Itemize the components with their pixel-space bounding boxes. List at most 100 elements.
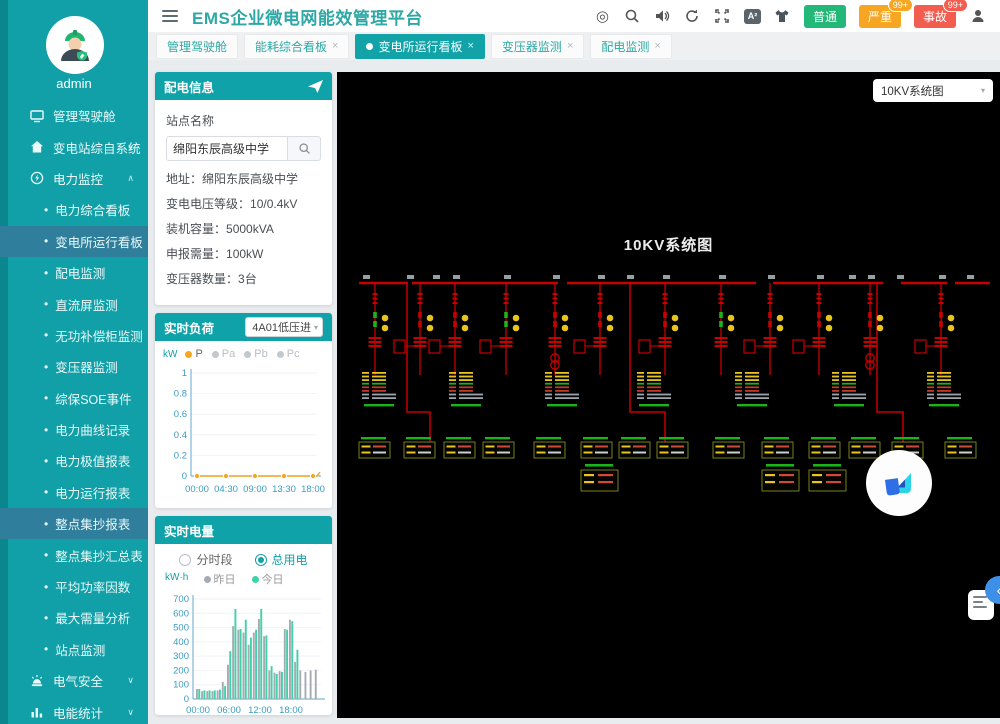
sidebar-item-label: 平均功率因数 [55,577,130,596]
tab-label: 管理驾驶舱 [167,38,227,55]
tab-0[interactable]: 管理驾驶舱 [156,34,238,59]
legend-item-今日[interactable]: 今日 [252,571,284,587]
tab-close-icon[interactable]: × [332,40,338,52]
refresh-icon[interactable] [684,8,701,25]
alarm-badge-normal[interactable]: 普通 [804,5,846,28]
bullet-icon: • [44,234,48,248]
sidebar-item-label: 电力曲线记录 [55,420,130,439]
legend-dot-icon [204,576,211,583]
energy-mode-radios: 分时段 总用电 [155,544,332,568]
legend-item-Pb[interactable]: Pb [244,348,267,360]
svg-text:200: 200 [173,665,189,676]
load-unit-label: kW [163,349,177,360]
legend-dot-icon [252,576,259,583]
volume-icon[interactable] [654,8,671,25]
info-label: 申报需量： [166,247,226,261]
sidebar-group-2[interactable]: 电力监控∧ [0,163,148,194]
info-value: 10/0.4kV [250,197,297,211]
sidebar-group-3[interactable]: 电气安全∨ [0,665,148,696]
active-dot-icon [366,43,373,50]
sidebar-item[interactable]: •整点集抄汇总表 [0,539,148,570]
legend-item-昨日[interactable]: 昨日 [204,571,236,587]
topbar-actions: ◎ A² 普通 严重99+ 事故99+ [594,5,1000,28]
radio-分时段[interactable]: 分时段 [179,551,232,568]
tab-label: 配电监测 [601,38,649,55]
alarm-badge-accident[interactable]: 事故99+ [914,5,956,28]
legend-item-Pc[interactable]: Pc [277,348,300,360]
sidebar-group-4[interactable]: 电能统计∨ [0,696,148,724]
station-info-line: 变电电压等级：10/0.4kV [166,195,321,212]
site-search-input[interactable] [166,136,287,161]
svg-text:100: 100 [173,680,189,691]
tab-close-icon[interactable]: × [654,40,660,52]
sidebar-item-label: 变压器监测 [55,357,118,376]
sidebar-item[interactable]: •电力综合看板 [0,194,148,225]
tab-3[interactable]: 变压器监测 × [491,34,584,59]
station-info-card: 配电信息 站点名称 地址：绵阳东辰高级中学变电电压等级：10/0.4kV装机容量… [155,72,332,305]
sidebar-item[interactable]: •电力曲线记录 [0,414,148,445]
sidebar-item[interactable]: •站点监测 [0,634,148,665]
sidebar-item[interactable]: •电力极值报表 [0,445,148,476]
tab-1[interactable]: 能耗综合看板× [244,34,349,59]
bullet-icon: • [44,454,48,468]
menu-toggle-icon[interactable] [162,10,178,22]
sidebar-item[interactable]: • 变压器监测 [0,351,148,382]
sidebar-item[interactable]: •无功补偿柜监测 [0,320,148,351]
radio-总用电[interactable]: 总用电 [255,551,308,568]
tab-4[interactable]: 配电监测 × [590,34,671,59]
sidebar: admin 管理驾驶舱变电站综自系统∨电力监控∧•电力综合看板•变电所运行看板•… [0,0,148,724]
record-target-icon[interactable]: ◎ [594,8,611,25]
fullscreen-icon[interactable] [714,8,731,25]
info-label: 变压器数量： [166,272,238,286]
bullet-icon: • [44,360,48,374]
tab-2[interactable]: 变电所运行看板× [355,34,484,59]
bullet-icon: • [44,642,48,656]
sidebar-item[interactable]: •最大需量分析 [0,602,148,633]
svg-text:500: 500 [173,623,189,634]
sidebar-item[interactable]: •平均功率因数 [0,571,148,602]
svg-text:0.4: 0.4 [174,430,187,441]
bullet-icon: • [44,548,48,562]
legend-item-P[interactable]: P [185,348,202,360]
sidebar-item[interactable]: •综保SOE事件 [0,383,148,414]
legend-item-Pa[interactable]: Pa [212,348,235,360]
feeder-select[interactable]: 4A01低压进▾ [245,317,323,337]
sidebar-group-0[interactable]: 管理驾驶舱 [0,100,148,131]
energy-bar-chart: 010020030040050060070000:0006:0012:0018:… [155,587,332,724]
bullet-icon: • [44,328,48,342]
sidebar-item[interactable]: • 变电所运行看板 [0,226,148,257]
svg-text:04:30: 04:30 [214,484,238,495]
info-label: 地址： [166,172,202,186]
bullet-icon: • [44,266,48,280]
info-value: 5000kVA [226,222,274,236]
tab-close-icon[interactable]: × [467,40,473,52]
sidebar-item-label: 直流屏监测 [55,295,118,314]
sidebar-item[interactable]: •电力运行报表 [0,477,148,508]
alarm-badge-severe[interactable]: 严重99+ [859,5,901,28]
font-size-icon[interactable]: A² [744,9,761,24]
theme-shirt-icon[interactable] [774,8,791,25]
diagram-select[interactable]: 10KV系统图▾ [873,79,993,102]
info-value: 3台 [238,272,257,286]
station-card-header: 配电信息 [155,72,332,100]
sidebar-item[interactable]: •整点集抄报表 [0,508,148,539]
load-legend: P Pa Pb Pc [185,348,299,360]
sidebar-item-label: 电力综合看板 [55,200,130,219]
sidebar-group-label: 电能统计 [53,703,103,722]
search-icon[interactable] [624,8,641,25]
site-search-button[interactable] [287,136,321,161]
sidebar-item[interactable]: •配电监测 [0,257,148,288]
app-root: admin 管理驾驶舱变电站综自系统∨电力监控∧•电力综合看板•变电所运行看板•… [0,0,1000,724]
user-icon[interactable] [969,8,986,25]
tab-label: 变压器监测 [502,38,562,55]
sidebar-item-label: 综保SOE事件 [55,389,131,408]
send-icon[interactable] [308,80,323,93]
station-info-lines: 地址：绵阳东辰高级中学变电电压等级：10/0.4kV 装机容量：5000kVA 申报… [166,170,321,287]
station-info-line: 装机容量：5000kVA [166,220,321,237]
sidebar-group-1[interactable]: 变电站综自系统∨ [0,131,148,162]
sidebar-item[interactable]: •直流屏监测 [0,288,148,319]
info-value: 绵阳东辰高级中学 [202,172,298,186]
tab-close-icon[interactable]: × [567,40,573,52]
sidebar-item-label: 变电所运行看板 [55,232,143,251]
svg-text:13:30: 13:30 [272,484,296,495]
